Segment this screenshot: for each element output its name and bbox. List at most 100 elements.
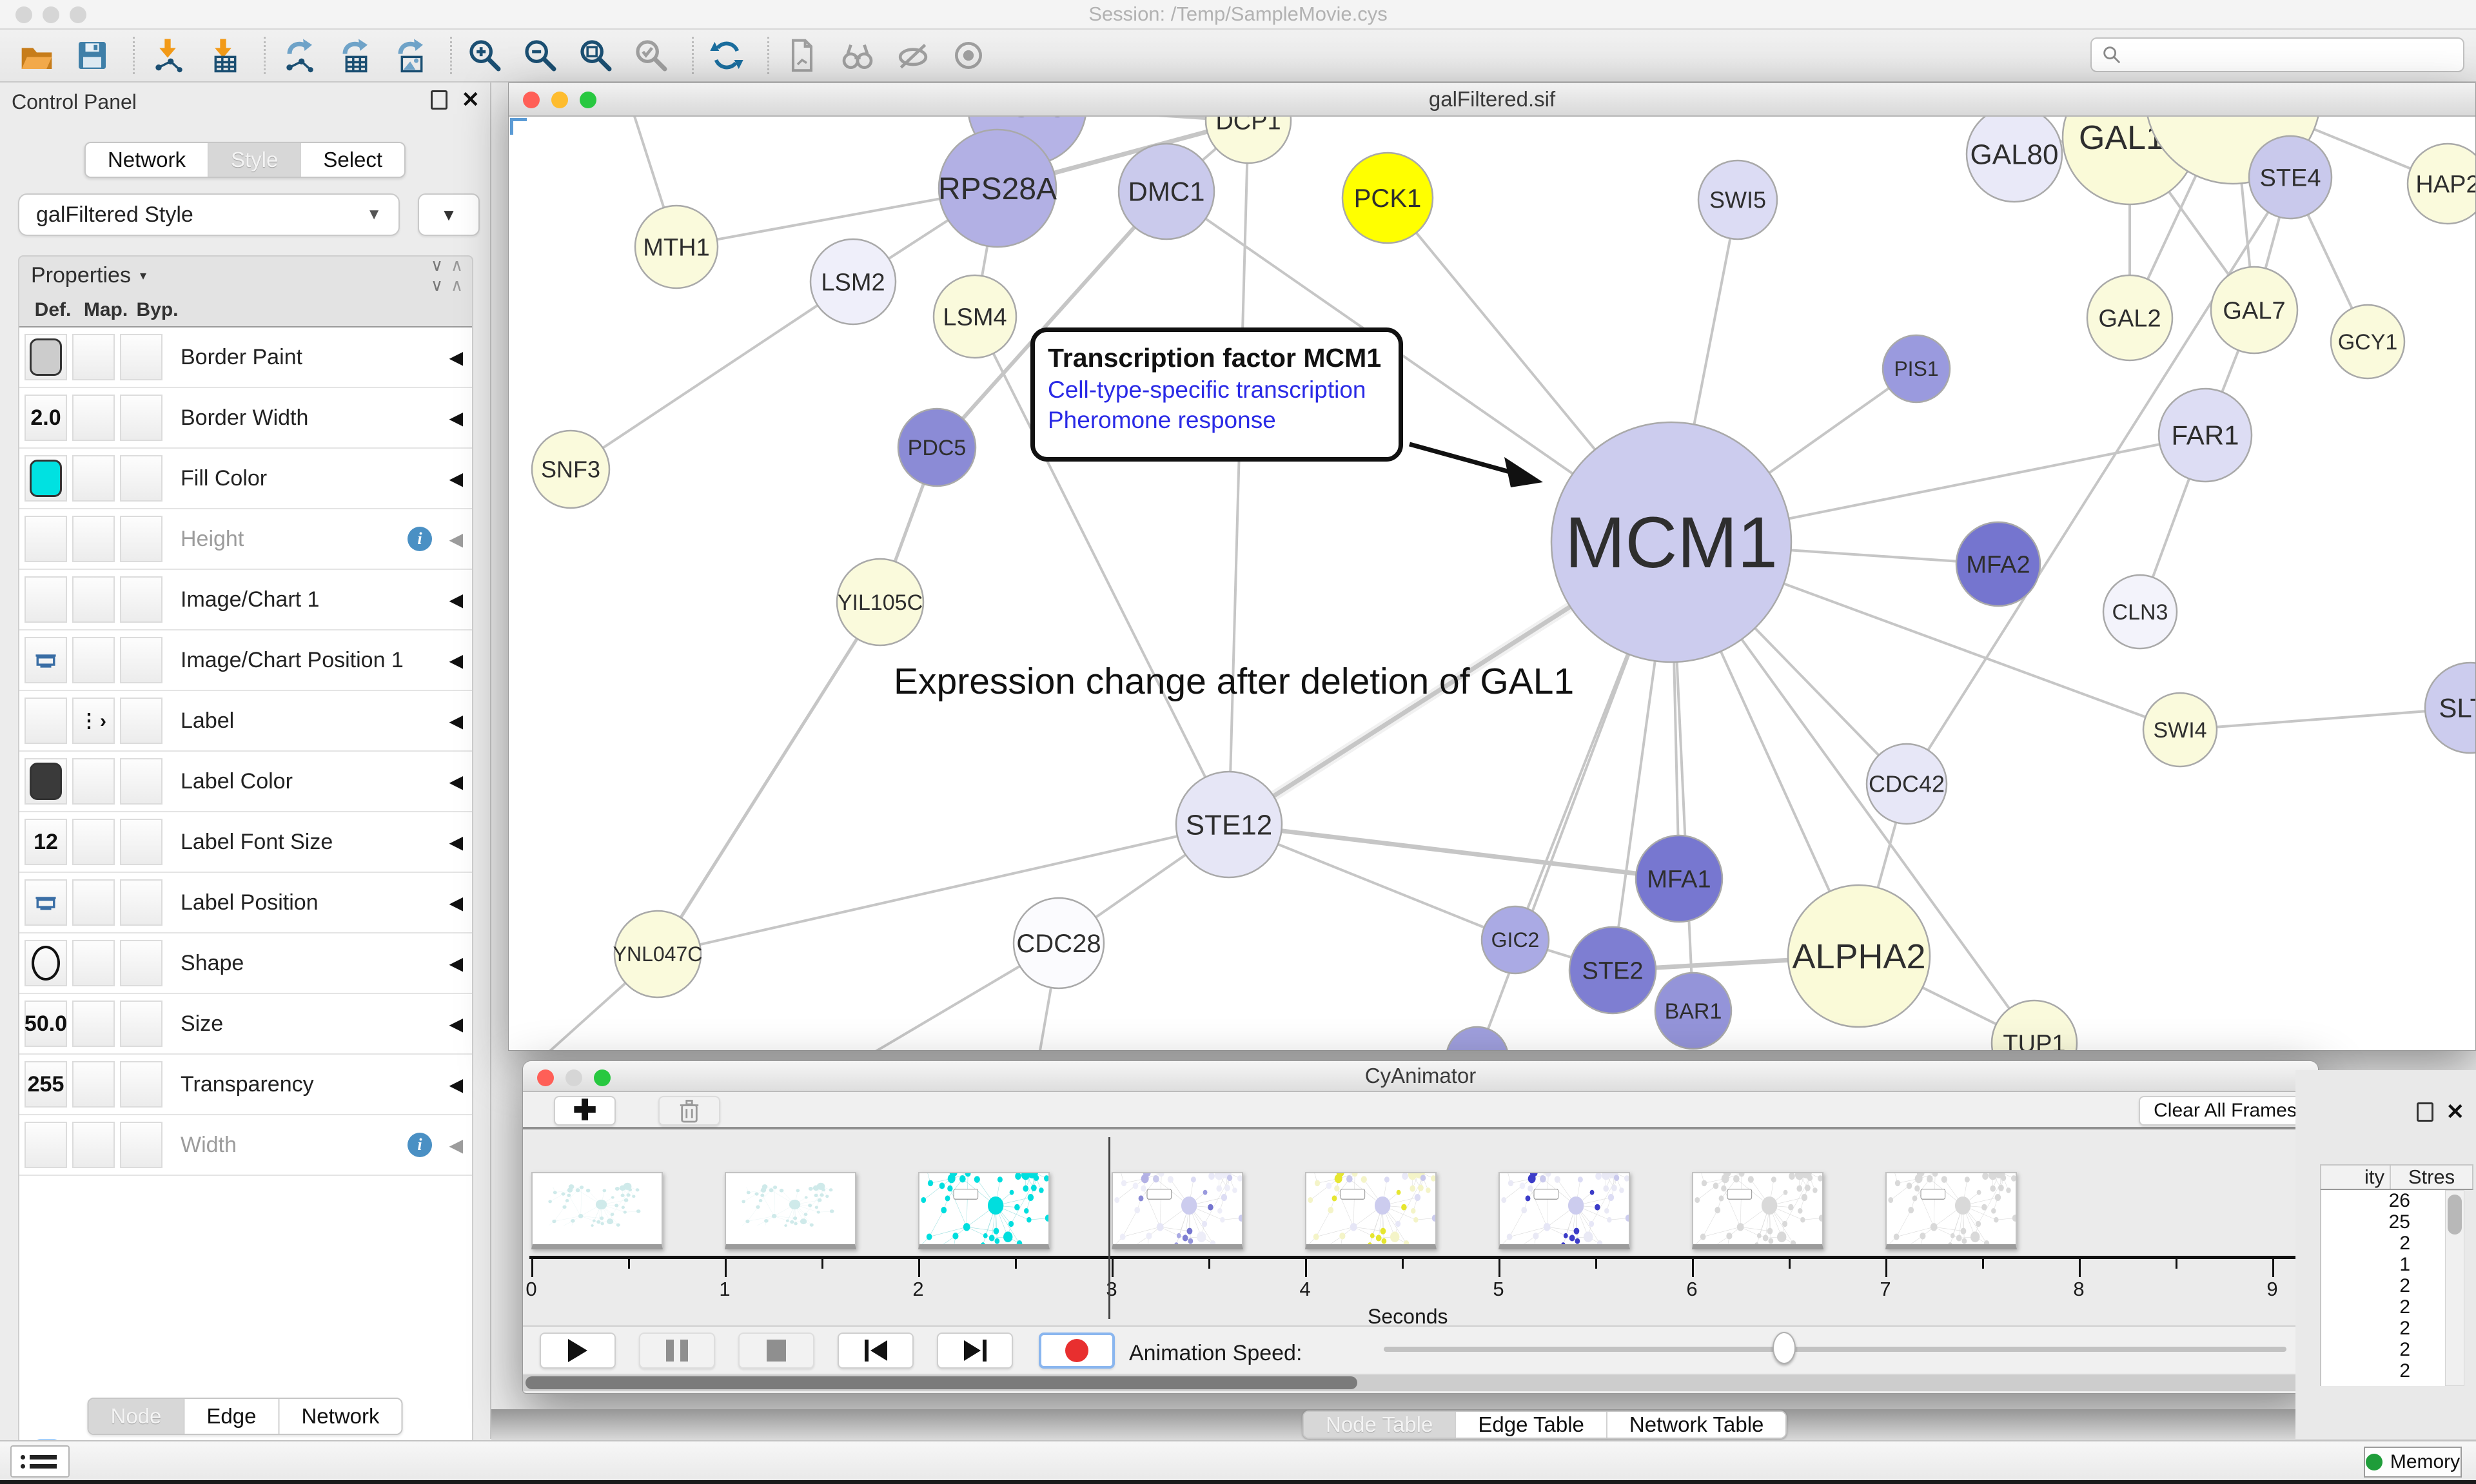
network-node-CDC28[interactable]: CDC28	[1014, 898, 1104, 988]
property-row-shape[interactable]: Shape◀	[19, 933, 472, 994]
frame-thumbnail-2[interactable]	[725, 1172, 856, 1249]
network-canvas[interactable]: RPS28BDCP1RPS28ADMC1PCK1SWI5GAL80GAL11ST…	[509, 117, 2475, 1050]
collapse-arrow-icon[interactable]: ◀	[449, 771, 463, 792]
network-node-CDC42[interactable]: CDC42	[1867, 744, 1947, 824]
property-row-label-position[interactable]: Label Position◀	[19, 873, 472, 933]
network-node-YNL047C[interactable]: YNL047C	[613, 911, 703, 997]
network-node-STE12[interactable]: STE12	[1176, 772, 1282, 877]
network-titlebar[interactable]: galFiltered.sif	[509, 83, 2475, 117]
frame-thumbnail-6[interactable]	[1498, 1172, 1630, 1249]
table-body[interactable]: 26252122222	[2320, 1190, 2445, 1386]
collapse-arrow-icon[interactable]: ◀	[449, 468, 463, 489]
collapse-arrow-icon[interactable]: ◀	[449, 589, 463, 610]
network-node-PDC5[interactable]: PDC5	[898, 409, 976, 486]
network-node-cutp[interactable]	[1446, 1027, 1508, 1050]
zoom-window-icon[interactable]	[594, 1069, 611, 1086]
mapping-cell[interactable]	[72, 395, 115, 441]
bypass-cell[interactable]	[120, 940, 162, 986]
bypass-cell[interactable]	[120, 698, 162, 744]
network-node-GAL2[interactable]: GAL2	[2087, 275, 2172, 360]
collapse-arrow-icon[interactable]: ◀	[449, 347, 463, 368]
close-window-icon[interactable]	[523, 92, 540, 108]
network-node-GAL80[interactable]: GAL80	[1967, 117, 2062, 202]
scrollbar-thumb[interactable]	[526, 1376, 1357, 1389]
zoom-window-icon[interactable]	[580, 92, 596, 108]
float-panel-icon[interactable]	[2417, 1102, 2433, 1122]
property-row-label-font-size[interactable]: 12Label Font Size◀	[19, 812, 472, 873]
bypass-cell[interactable]	[120, 1001, 162, 1047]
network-node-FAR1[interactable]: FAR1	[2159, 389, 2252, 482]
network-node-DMC1[interactable]: DMC1	[1119, 144, 1214, 239]
network-node-SLT2[interactable]: SLT2	[2425, 663, 2475, 753]
network-node-LSM4[interactable]: LSM4	[934, 275, 1016, 358]
tab-node-table[interactable]: Node Table	[1304, 1412, 1456, 1438]
network-node-TUP1[interactable]: TUP1	[1992, 1001, 2077, 1050]
mapping-cell[interactable]	[72, 576, 115, 623]
mapping-cell[interactable]	[72, 1122, 115, 1168]
mapping-cell[interactable]	[72, 334, 115, 380]
refresh-icon[interactable]	[707, 35, 747, 75]
frame-thumbnail-7[interactable]	[1692, 1172, 1823, 1249]
mapping-cell[interactable]	[72, 1001, 115, 1047]
network-node-LSM2[interactable]: LSM2	[811, 239, 896, 324]
zoom-selected-icon[interactable]	[631, 35, 671, 75]
network-node-STE2[interactable]: STE2	[1569, 927, 1656, 1013]
style-options-button[interactable]: ▼	[418, 193, 480, 236]
zoom-in-icon[interactable]	[465, 35, 505, 75]
property-row-label-color[interactable]: Label Color◀	[19, 752, 472, 812]
table-row[interactable]: 26	[2321, 1190, 2445, 1211]
table-row[interactable]: 2	[2321, 1296, 2445, 1318]
frame-thumbnail-3[interactable]	[918, 1172, 1050, 1249]
default-value-cell[interactable]	[25, 879, 67, 926]
collapse-arrow-icon[interactable]: ◀	[449, 407, 463, 429]
memory-button[interactable]: Memory	[2364, 1447, 2462, 1478]
bypass-cell[interactable]	[120, 334, 162, 380]
minimize-window-icon[interactable]	[43, 6, 59, 23]
minimize-window-icon[interactable]	[551, 92, 568, 108]
timeline-playhead[interactable]	[1108, 1137, 1110, 1319]
tab-edge[interactable]: Edge	[184, 1399, 279, 1434]
animation-speed-slider[interactable]	[1384, 1347, 2286, 1352]
property-row-border-paint[interactable]: Border Paint◀	[19, 327, 472, 388]
default-value-cell[interactable]	[25, 455, 67, 502]
tab-style[interactable]: Style	[209, 143, 301, 177]
open-session-icon[interactable]	[17, 35, 57, 75]
bypass-cell[interactable]	[120, 455, 162, 502]
frame-thumbnail-1[interactable]	[531, 1172, 663, 1249]
show-all-icon[interactable]	[948, 35, 988, 75]
default-value-cell[interactable]	[25, 758, 67, 805]
chevron-down-icon[interactable]: ▾	[140, 268, 146, 284]
hide-selected-icon[interactable]	[893, 35, 933, 75]
network-node-MTH1[interactable]: MTH1	[635, 206, 718, 288]
clear-all-frames-button[interactable]: Clear All Frames	[2139, 1096, 2312, 1126]
network-node-MFA2[interactable]: MFA2	[1956, 522, 2040, 606]
bypass-cell[interactable]	[120, 819, 162, 865]
zoom-out-icon[interactable]	[520, 35, 560, 75]
style-dropdown[interactable]: galFiltered Style ▼	[18, 193, 400, 236]
network-node-HAP2[interactable]: HAP2	[2408, 144, 2475, 224]
table-row[interactable]: 2	[2321, 1360, 2445, 1381]
network-node-GAL7[interactable]: GAL7	[2211, 267, 2297, 353]
network-node-PIS1[interactable]: PIS1	[1883, 335, 1950, 402]
network-node-MCM1[interactable]: MCM1	[1551, 422, 1791, 662]
bypass-cell[interactable]	[120, 1122, 162, 1168]
default-value-cell[interactable]	[25, 1122, 67, 1168]
delete-frame-button[interactable]	[658, 1096, 720, 1126]
zoom-fit-icon[interactable]	[576, 35, 616, 75]
property-row-height[interactable]: Heighti◀	[19, 509, 472, 570]
property-row-fill-color[interactable]: Fill Color◀	[19, 449, 472, 509]
collapse-arrow-icon[interactable]: ◀	[449, 650, 463, 671]
close-window-icon[interactable]	[537, 1069, 554, 1086]
info-icon[interactable]: i	[408, 527, 432, 551]
tab-edge-table[interactable]: Edge Table	[1456, 1412, 1607, 1438]
table-col-stress[interactable]: Stres	[2391, 1166, 2472, 1189]
collapse-arrow-icon[interactable]: ◀	[449, 892, 463, 913]
network-node-ALPHA2[interactable]: ALPHA2	[1788, 885, 1930, 1027]
bypass-cell[interactable]	[120, 516, 162, 562]
mapping-cell[interactable]	[72, 1061, 115, 1108]
network-doc-icon[interactable]	[782, 35, 822, 75]
float-panel-icon[interactable]	[431, 90, 447, 110]
tab-network-table[interactable]: Network Table	[1607, 1412, 1786, 1438]
record-button[interactable]	[1039, 1333, 1115, 1369]
property-row-image-chart-position-1[interactable]: Image/Chart Position 1◀	[19, 630, 472, 691]
